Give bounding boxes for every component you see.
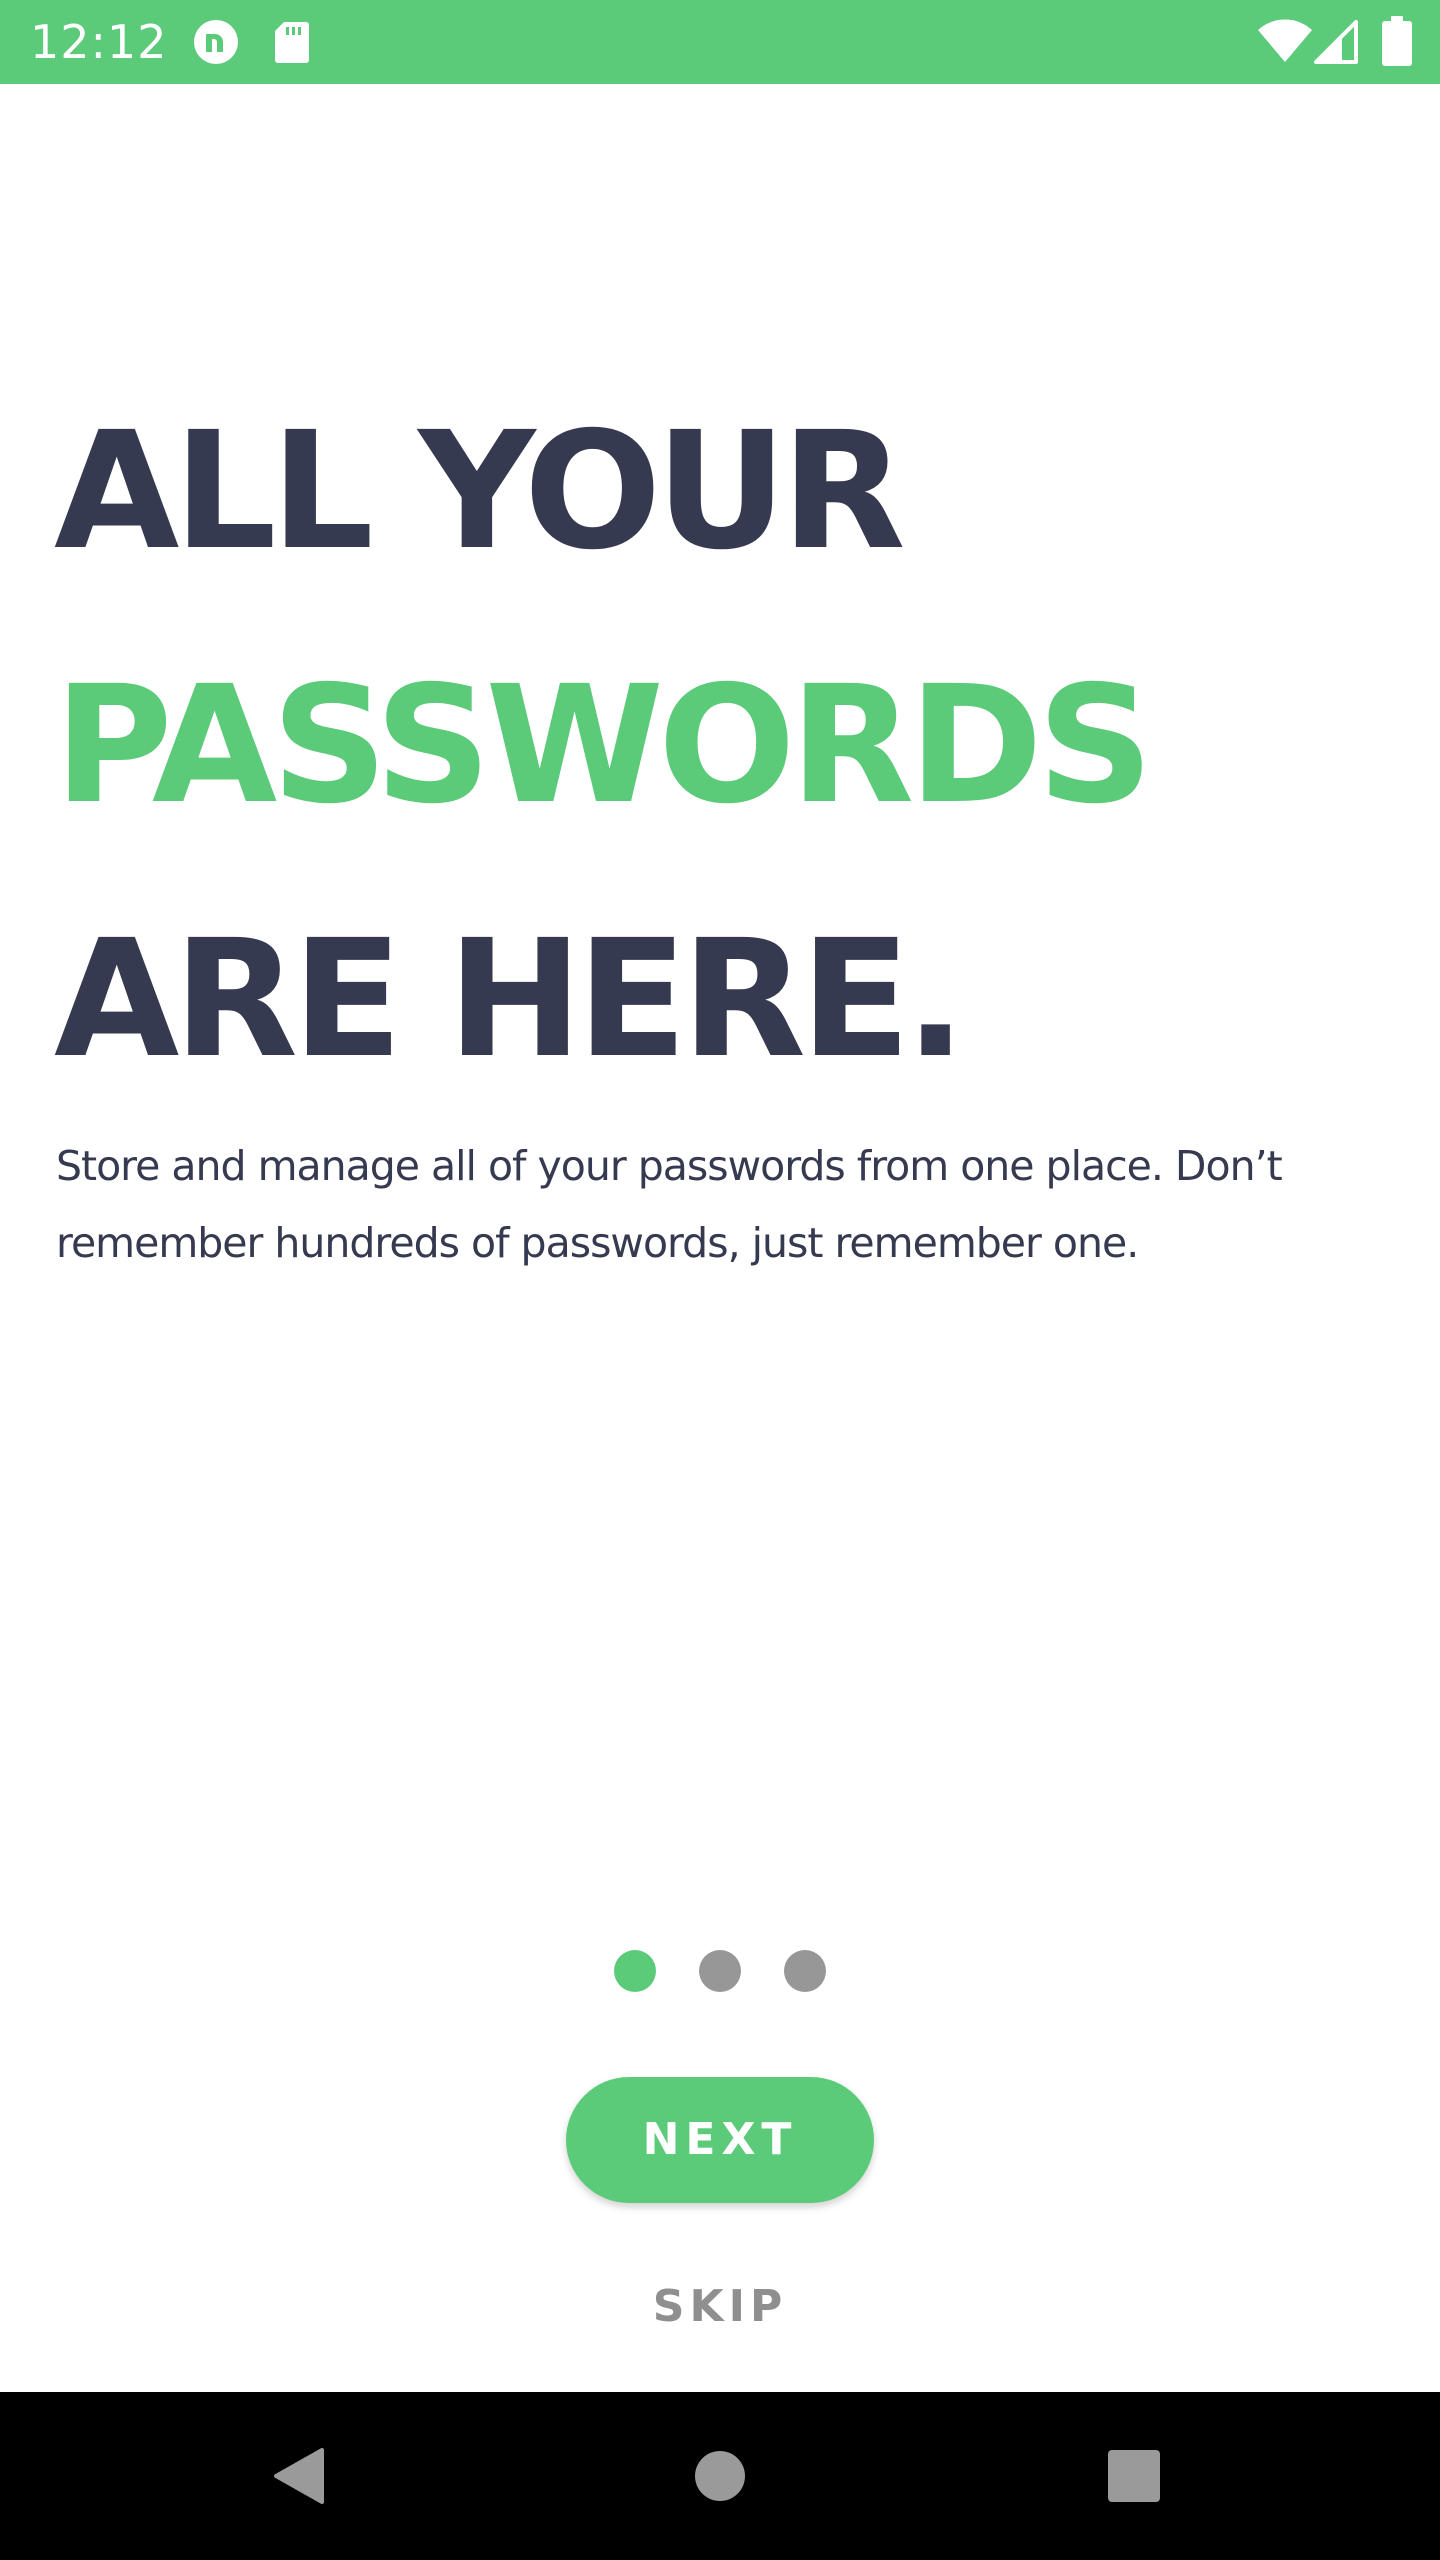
back-triangle-icon: [274, 2448, 324, 2504]
home-circle-icon: [695, 2451, 745, 2501]
nav-recents-button[interactable]: [1034, 2392, 1234, 2560]
page-indicator-dot-active[interactable]: [614, 1950, 656, 1992]
nav-home-button[interactable]: [620, 2392, 820, 2560]
recents-square-icon: [1108, 2450, 1160, 2502]
sd-card-icon: [275, 22, 309, 63]
page-indicator: [614, 1950, 826, 1994]
app-notification-icon: [194, 20, 238, 64]
status-bar: 12:12: [0, 0, 1440, 84]
headline-line-2-highlight: PASSWORDS: [54, 652, 1154, 840]
system-navigation-bar: [0, 2392, 1440, 2560]
onboarding-headline: ALL YOUR PASSWORDS ARE HERE.: [54, 365, 1154, 1127]
onboarding-description: Store and manage all of your passwords f…: [56, 1142, 1283, 1267]
battery-icon: [1382, 16, 1412, 66]
cell-signal-icon: [1314, 20, 1358, 64]
page-indicator-dot[interactable]: [699, 1950, 741, 1992]
headline-line-3: ARE HERE.: [54, 906, 966, 1094]
next-button[interactable]: NEXT: [566, 2077, 874, 2203]
nav-back-button[interactable]: [200, 2392, 400, 2560]
page-indicator-dot[interactable]: [784, 1950, 826, 1992]
status-time: 12:12: [30, 15, 168, 69]
skip-button[interactable]: SKIP: [620, 2272, 820, 2342]
wifi-icon: [1258, 19, 1312, 62]
headline-line-1: ALL YOUR: [54, 398, 906, 586]
